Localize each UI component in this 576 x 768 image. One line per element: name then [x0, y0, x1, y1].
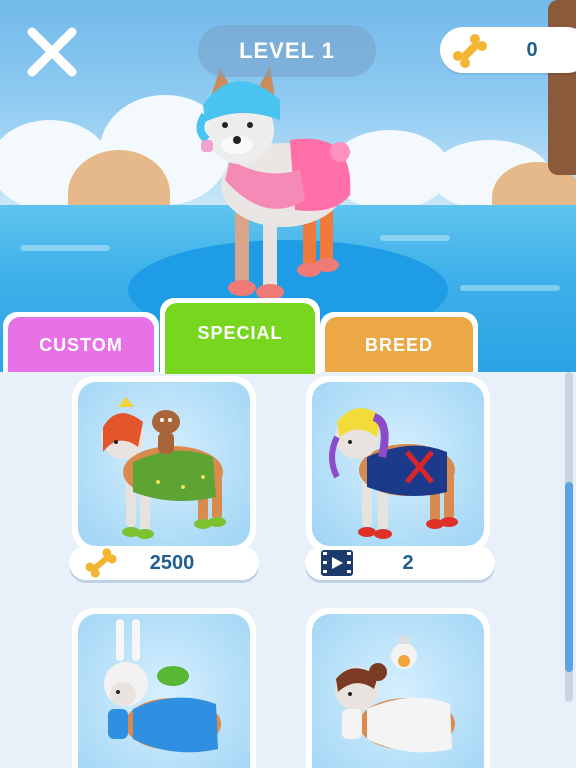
- bone-icon: [452, 33, 488, 69]
- item-card[interactable]: [72, 376, 256, 552]
- item-card[interactable]: [306, 608, 490, 768]
- item-card[interactable]: [306, 376, 490, 552]
- scrollbar[interactable]: [565, 372, 573, 702]
- item-card[interactable]: [72, 608, 256, 768]
- tab-custom[interactable]: CUSTOM: [3, 312, 159, 374]
- level-label: LEVEL 1: [239, 38, 335, 63]
- price-bar[interactable]: 2: [305, 546, 495, 580]
- tab-special[interactable]: SPECIAL: [160, 298, 320, 374]
- dog-outfit-preview: [101, 397, 226, 539]
- currency-counter: 0: [440, 27, 576, 73]
- close-button[interactable]: [22, 22, 82, 82]
- scrollbar-thumb[interactable]: [565, 482, 573, 672]
- price-bar[interactable]: 2500: [69, 546, 259, 580]
- tab-breed[interactable]: BREED: [320, 312, 478, 374]
- dog-outfit-preview: [335, 636, 455, 753]
- hero-dog-preview[interactable]: [195, 60, 365, 305]
- dog-outfit-preview: [329, 408, 458, 539]
- tab-special-label: SPECIAL: [197, 323, 283, 343]
- video-ad-icon: [321, 550, 353, 576]
- price-value: 2: [402, 551, 414, 574]
- level-indicator: LEVEL 1: [198, 25, 376, 77]
- currency-value: 0: [526, 39, 538, 61]
- tab-custom-label: CUSTOM: [39, 335, 123, 355]
- price-value: 2500: [149, 551, 195, 574]
- tab-breed-label: BREED: [364, 335, 433, 355]
- close-icon: [27, 27, 77, 77]
- dog-outfit-preview: [104, 619, 221, 753]
- bone-icon: [85, 548, 117, 578]
